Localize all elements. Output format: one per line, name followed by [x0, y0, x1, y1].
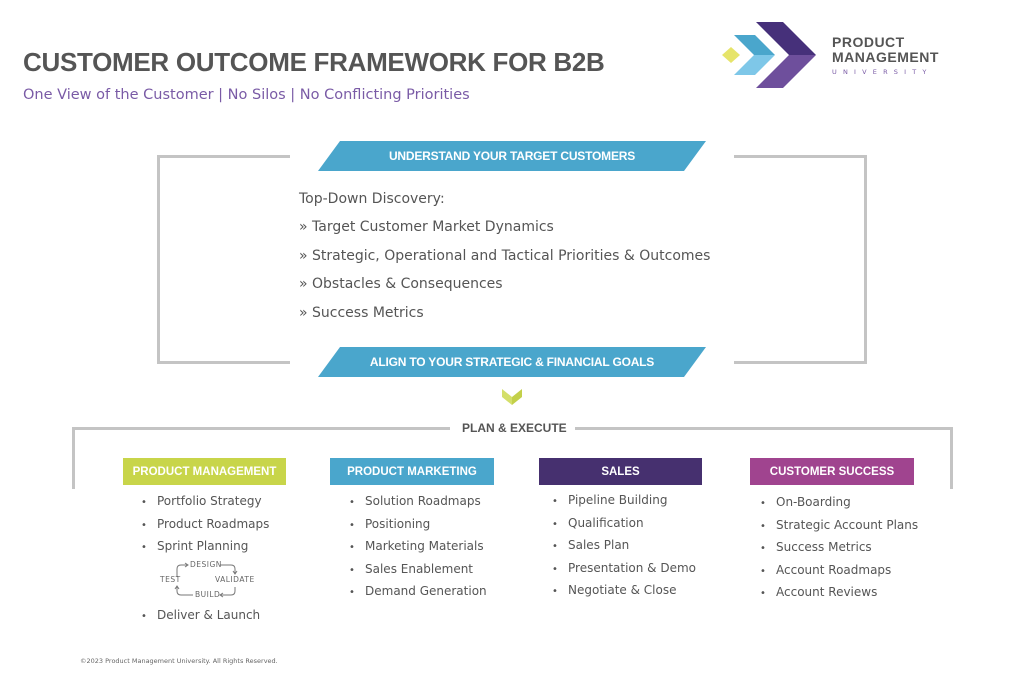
- bullet-icon: •: [141, 497, 147, 508]
- bullet-icon: •: [760, 565, 766, 577]
- plan-frame-top-left: [72, 427, 450, 430]
- frame-top-right: [734, 155, 867, 158]
- column-header-customer-success: CUSTOMER SUCCESS: [750, 458, 914, 485]
- list-item: • Negotiate & Close: [552, 583, 677, 597]
- frame-left: [157, 155, 160, 364]
- list-item: • Strategic Account Plans: [760, 517, 919, 532]
- list-item: • Account Roadmaps: [760, 562, 892, 577]
- bullet-icon: •: [349, 587, 355, 598]
- column-header-product-management: PRODUCT MANAGEMENT: [123, 458, 286, 485]
- understand-banner-label: UNDERSTAND YOUR TARGET CUSTOMERS: [388, 149, 636, 163]
- list-item: • Account Reviews: [760, 585, 878, 599]
- logo-wordmark: PRODUCT MANAGEMENT UNIVERSITY: [832, 34, 939, 77]
- page-title: CUSTOMER OUTCOME FRAMEWORK FOR B2B: [23, 47, 605, 77]
- list-item: • Deliver & Launch: [141, 608, 261, 622]
- discovery-item: » Obstacles & Consequences: [299, 276, 503, 292]
- bullet-icon: •: [141, 611, 147, 622]
- list-item: • Portfolio Strategy: [141, 494, 262, 508]
- plan-frame-left: [72, 427, 75, 489]
- discovery-item: » Target Customer Market Dynamics: [299, 219, 554, 235]
- discovery-item: » Strategic, Operational and Tactical Pr…: [299, 247, 711, 264]
- product-marketing-list: • Solution Roadmaps • Positioning • Marketi…: [349, 494, 487, 607]
- list-item: • Positioning: [349, 516, 431, 531]
- logo-diamond: [722, 47, 740, 63]
- discovery-item: » Success Metrics: [299, 304, 424, 321]
- frame-bottom-right: [734, 361, 867, 364]
- align-banner-label: ALIGN TO YOUR STRATEGIC & FINANCIAL GOAL…: [369, 355, 655, 369]
- list-item: • Product Roadmaps: [141, 516, 270, 531]
- bullet-icon: •: [760, 543, 766, 554]
- product-management-list: • Portfolio Strategy • Product Roadmaps • S…: [141, 494, 269, 562]
- frame-right: [864, 155, 867, 364]
- bullet-icon: •: [760, 520, 766, 532]
- bullet-icon: •: [349, 497, 355, 508]
- list-item: • Sales Plan: [552, 538, 630, 552]
- list-item: • Presentation & Demo: [552, 560, 697, 575]
- cycle-validate-label: VALIDATE: [215, 575, 255, 584]
- cycle-test-label: TEST: [160, 575, 181, 584]
- list-item: • Qualification: [552, 515, 644, 530]
- list-item: • Sales Enablement: [349, 561, 474, 576]
- bullet-icon: •: [349, 564, 355, 576]
- discovery-heading: Top-Down Discovery:: [299, 191, 445, 207]
- product-management-list-cont: • Deliver & Launch: [141, 608, 260, 631]
- bullet-icon: •: [349, 542, 355, 553]
- bullet-icon: •: [552, 518, 558, 530]
- page-subtitle: One View of the Customer | No Silos | No…: [23, 87, 470, 103]
- bullet-icon: •: [552, 496, 558, 507]
- column-header-sales: SALES: [539, 458, 702, 485]
- cycle-design-label: DESIGN: [190, 560, 222, 569]
- cycle-build-label: BUILD: [195, 590, 221, 599]
- list-item: • Marketing Materials: [349, 539, 484, 553]
- logo-line-3: UNIVERSITY: [832, 68, 933, 76]
- list-item: • Solution Roadmaps: [349, 494, 481, 508]
- bullet-icon: •: [141, 542, 147, 553]
- chevron-down-icon: [502, 389, 522, 405]
- pmu-logo-icon: [722, 22, 816, 88]
- logo-blue-chevron-top: [734, 35, 775, 55]
- bullet-icon: •: [760, 498, 766, 509]
- plan-frame-right: [950, 427, 953, 489]
- understand-banner: UNDERSTAND YOUR TARGET CUSTOMERS: [318, 141, 706, 171]
- list-item: • Demand Generation: [349, 584, 487, 598]
- bullet-icon: •: [552, 563, 558, 575]
- logo-line-1: PRODUCT: [832, 34, 905, 50]
- list-item: • On-Boarding: [760, 495, 851, 509]
- logo-line-2: MANAGEMENT: [832, 49, 939, 65]
- logo-blue-chevron-bottom: [734, 55, 775, 75]
- discovery-section: Top-Down Discovery: » Target Customer Ma…: [299, 191, 710, 333]
- bullet-icon: •: [552, 541, 558, 552]
- sales-list: • Pipeline Building • Qualification • Sales…: [552, 493, 696, 606]
- customer-success-list: • On-Boarding • Strategic Account Plans • S…: [760, 495, 918, 608]
- frame-bottom-left: [157, 361, 290, 364]
- copyright-footer: ©2023 Product Management University. All…: [80, 657, 278, 665]
- column-header-product-marketing: PRODUCT MARKETING: [330, 458, 494, 485]
- list-item: • Success Metrics: [760, 540, 872, 554]
- frame-top-left: [157, 155, 290, 158]
- bullet-icon: •: [760, 588, 766, 599]
- bullet-icon: •: [141, 519, 147, 531]
- align-banner: ALIGN TO YOUR STRATEGIC & FINANCIAL GOAL…: [318, 347, 706, 377]
- plan-frame-top-right: [575, 427, 953, 430]
- bullet-icon: •: [552, 586, 558, 597]
- list-item: • Pipeline Building: [552, 493, 668, 507]
- sprint-cycle-diagram: DESIGN VALIDATE BUILD TEST: [157, 557, 262, 603]
- plan-execute-label: PLAN & EXECUTE: [462, 421, 567, 435]
- bullet-icon: •: [349, 519, 355, 531]
